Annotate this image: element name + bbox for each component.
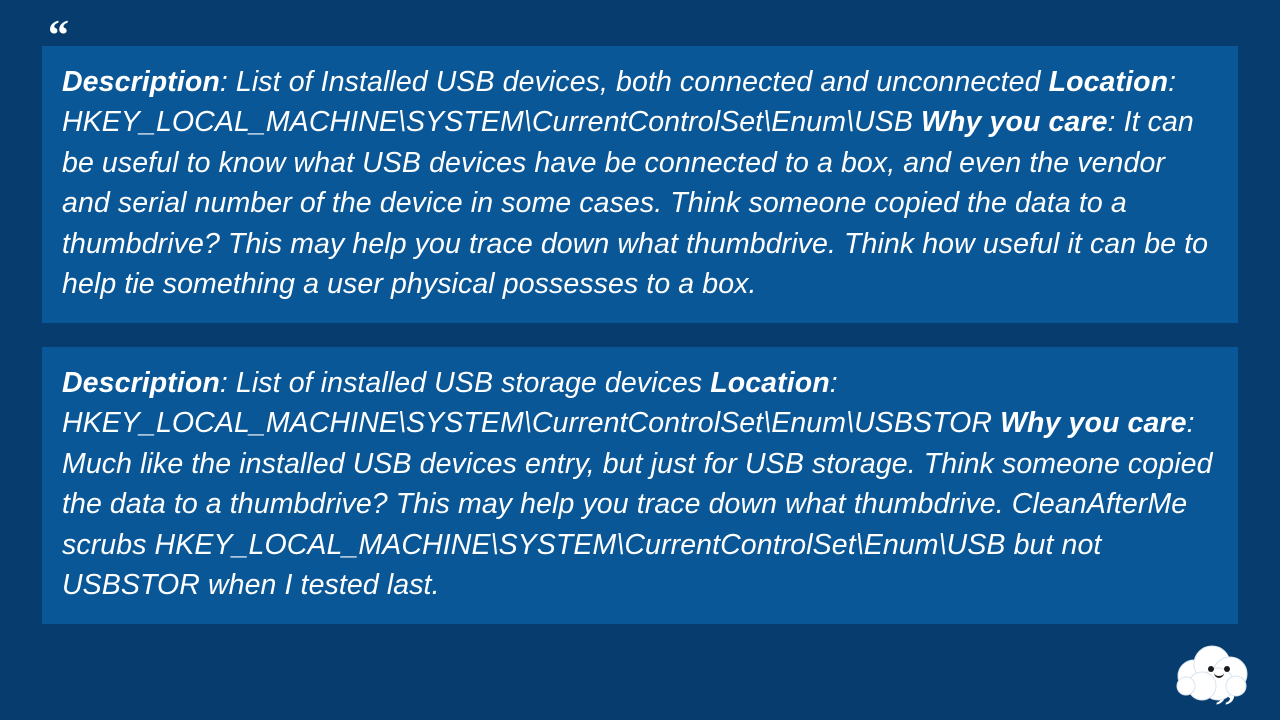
why-you-care-label: Why you care [921,106,1108,138]
cloud-mascot-icon [1174,636,1252,704]
why-you-care-label: Why you care [1000,407,1187,439]
description-text: : List of Installed USB devices, both co… [220,66,1049,98]
slide-page: “ Description: List of Installed USB dev… [0,0,1280,720]
open-quote-icon: “ [48,28,1238,42]
location-label: Location [1049,66,1169,98]
mascot-eye-right-icon [1224,666,1230,672]
description-label: Description [62,367,220,399]
location-label: Location [710,367,830,399]
description-label: Description [62,66,220,98]
mascot-eye-left-icon [1208,666,1214,672]
info-block-usb: Description: List of Installed USB devic… [42,46,1238,323]
info-block-usbstor: Description: List of installed USB stora… [42,347,1238,624]
description-text: : List of installed USB storage devices [220,367,710,399]
